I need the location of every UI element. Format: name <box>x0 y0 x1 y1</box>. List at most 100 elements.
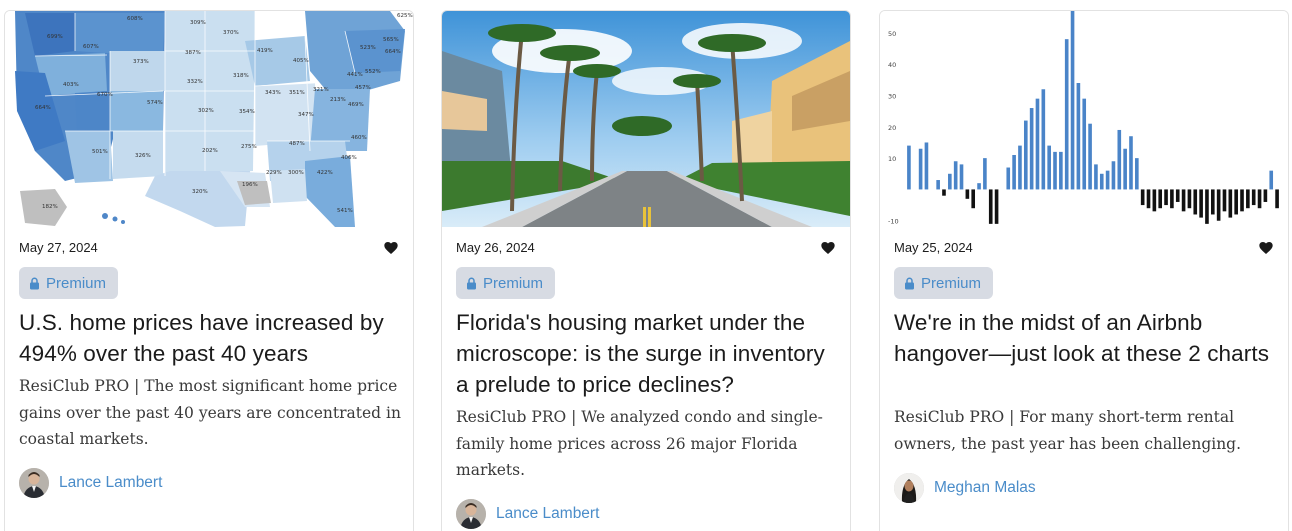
chart-bar <box>1123 148 1127 190</box>
author-name[interactable]: Lance Lambert <box>496 505 599 523</box>
chart-bar <box>983 158 987 190</box>
map-state-label: 541% <box>337 208 353 214</box>
author-link[interactable]: Lance Lambert <box>19 468 162 498</box>
article-date: May 25, 2024 <box>894 240 973 255</box>
y-tick-label: 20 <box>888 124 896 132</box>
avatar <box>19 468 49 498</box>
map-state-label: 229% <box>266 170 282 176</box>
chart-bar <box>1012 155 1016 190</box>
chart-bar <box>1210 189 1215 215</box>
map-state-label: 419% <box>257 48 273 54</box>
map-state-label: 318% <box>233 73 249 79</box>
chart-bar <box>1263 189 1268 202</box>
map-state-label: 354% <box>239 109 255 115</box>
chart-bar <box>1240 189 1244 212</box>
map-state-label: 332% <box>187 79 203 85</box>
map-state-label: 405% <box>293 58 309 64</box>
chart-bar <box>948 173 952 190</box>
chart-bar <box>1064 39 1069 190</box>
chart-bar <box>1140 189 1145 206</box>
author-link[interactable]: Meghan Malas <box>894 473 1036 503</box>
map-state-label: 460% <box>351 135 367 141</box>
y-tick-label: 50 <box>888 30 896 38</box>
premium-badge[interactable]: Premium <box>456 267 556 299</box>
heart-icon[interactable] <box>1258 240 1274 256</box>
chart-bar <box>1175 189 1180 202</box>
map-state-label: 670% <box>97 92 113 98</box>
article-thumbnail-us-map[interactable]: 608% 309% 370% 699% 607% 373% 387% 419% 405% 523%… <box>5 11 413 227</box>
y-tick-label: 30 <box>888 93 896 101</box>
chart-bar <box>1129 136 1133 190</box>
premium-label: Premium <box>921 274 982 292</box>
chart-bar <box>971 189 976 209</box>
chart-bar <box>1082 98 1087 190</box>
chart-bar <box>1070 11 1075 190</box>
chart-bar <box>1193 189 1198 215</box>
map-state-label: 552% <box>365 69 381 75</box>
heart-icon[interactable] <box>383 240 399 256</box>
avatar <box>894 473 924 503</box>
map-state-label: 664% <box>35 105 51 111</box>
y-tick-label: -10 <box>888 218 899 226</box>
map-state-label: 182% <box>42 204 58 210</box>
chart-bar <box>918 148 923 190</box>
chart-bar <box>1111 161 1116 190</box>
article-thumbnail-palm-street[interactable] <box>442 11 850 227</box>
map-state-label: 457% <box>355 85 371 91</box>
chart-bar <box>1076 83 1081 190</box>
map-state-label: 347% <box>298 112 314 118</box>
map-state-label: 321% <box>313 87 329 93</box>
map-state-label: 699% <box>47 34 63 40</box>
article-thumbnail-bar-chart[interactable]: 50 40 30 20 10 -10 <box>880 11 1288 227</box>
chart-bar <box>1088 123 1092 190</box>
premium-label: Premium <box>483 274 544 292</box>
chart-bar <box>959 164 964 190</box>
chart-bar <box>1205 189 1209 224</box>
chart-bar <box>1023 120 1028 190</box>
map-state-label: 275% <box>241 144 257 150</box>
chart-bar <box>1047 145 1051 190</box>
chart-bar <box>942 189 946 196</box>
map-state-label: 343% <box>265 90 281 96</box>
chart-bar <box>1041 89 1046 190</box>
y-tick-label: 10 <box>888 155 896 163</box>
map-state-label: 213% <box>330 97 346 103</box>
airbnb-bar-chart: 50 40 30 20 10 -10 <box>880 11 1288 227</box>
map-state-label: 326% <box>135 153 151 159</box>
map-state-label: 320% <box>192 189 208 195</box>
article-card[interactable]: May 26, 2024 Premium Florida's housing m… <box>441 10 851 531</box>
chart-bar <box>1029 108 1034 190</box>
chart-bar <box>1158 189 1163 209</box>
chart-bar <box>907 145 911 190</box>
author-name[interactable]: Lance Lambert <box>59 474 162 492</box>
map-state-label: 422% <box>317 170 333 176</box>
chart-bar <box>1053 151 1057 190</box>
chart-bar <box>1234 189 1238 215</box>
map-state-label: 202% <box>202 148 218 154</box>
chart-bar <box>1018 145 1022 190</box>
premium-badge[interactable]: Premium <box>894 267 994 299</box>
author-link[interactable]: Lance Lambert <box>456 499 599 529</box>
chart-bar <box>1170 189 1174 209</box>
chart-bar <box>1216 189 1221 221</box>
map-state-label: 351% <box>289 90 305 96</box>
premium-badge[interactable]: Premium <box>19 267 119 299</box>
chart-bar <box>1099 173 1104 190</box>
chart-bar <box>1275 189 1279 209</box>
chart-bar <box>1152 189 1157 212</box>
heart-icon[interactable] <box>820 240 836 256</box>
article-title[interactable]: We're in the midst of an Airbnb hangover… <box>894 307 1274 369</box>
article-card[interactable]: 608% 309% 370% 699% 607% 373% 387% 419% 405% 523%… <box>4 10 414 531</box>
map-state-label: 565% <box>383 37 399 43</box>
map-state-label: 441% <box>347 72 363 78</box>
article-card[interactable]: 50 40 30 20 10 -10 May 25, 2024 Premium We're… <box>879 10 1289 531</box>
chart-bar <box>994 189 999 224</box>
chart-bar <box>1187 189 1192 209</box>
article-title[interactable]: Florida's housing market under the micro… <box>456 307 836 400</box>
map-state-label: 300% <box>288 170 304 176</box>
chart-bar <box>1251 189 1256 206</box>
article-title[interactable]: U.S. home prices have increased by 494% … <box>19 307 399 369</box>
author-name[interactable]: Meghan Malas <box>934 479 1036 497</box>
palm-street-photo <box>442 11 850 227</box>
y-tick-label: 40 <box>888 61 896 69</box>
